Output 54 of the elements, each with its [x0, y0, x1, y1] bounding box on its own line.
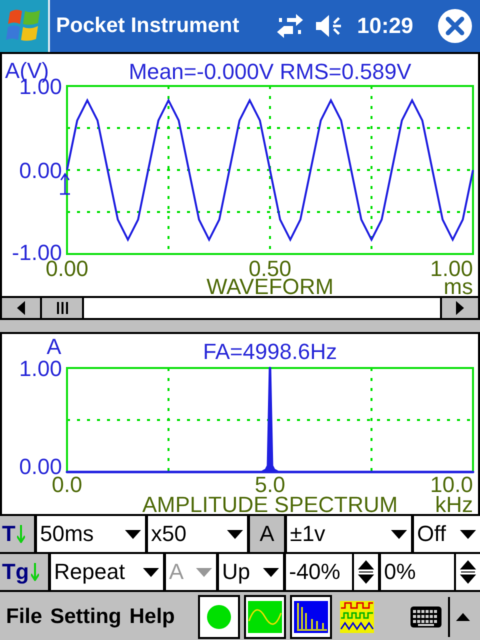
window-title: Pocket Instrument: [56, 14, 240, 38]
spin-button[interactable]: [354, 554, 378, 590]
row-label: Tg: [2, 559, 29, 585]
axis-tick-label: 0.00: [19, 158, 62, 183]
scroll-right-button[interactable]: [442, 298, 478, 318]
menu-item[interactable]: Help: [129, 605, 175, 629]
circle-button[interactable]: [198, 595, 240, 639]
down-arrow-icon: [30, 563, 39, 581]
menu-item[interactable]: File: [6, 605, 42, 629]
clock-time: 10:29: [357, 13, 414, 39]
caret-icon[interactable]: [456, 613, 470, 621]
dropdown[interactable]: 50ms: [37, 516, 145, 552]
dropdown[interactable]: Up: [219, 554, 283, 590]
caret-icon: [391, 530, 407, 538]
caret-icon: [460, 530, 476, 538]
dropdown[interactable]: Off: [414, 516, 480, 552]
caret-icon: [125, 530, 141, 538]
number-field[interactable]: -40%: [286, 554, 352, 590]
up-down-arrows-icon: [460, 559, 476, 585]
caret-icon: [143, 568, 159, 576]
scroll-thumb[interactable]: [42, 298, 82, 318]
dot-icon: [206, 604, 232, 630]
row-label: T: [2, 521, 16, 547]
dropdown[interactable]: x50: [148, 516, 247, 552]
close-button[interactable]: [438, 9, 472, 43]
left-arrow-icon: [16, 301, 26, 315]
toggle-button[interactable]: A: [250, 516, 284, 552]
right-arrow-icon: [455, 301, 465, 315]
dropdown[interactable]: Repeat: [51, 554, 163, 590]
axis-tick-label: 1.00: [430, 256, 473, 281]
axis-unit-label: A: [46, 334, 62, 359]
caret-icon: [196, 568, 212, 576]
keyboard-icon[interactable]: [410, 606, 442, 628]
axis-tick-label: 1.00: [19, 356, 62, 381]
measurement-readout: Mean=-0.000V RMS=0.589V: [128, 59, 412, 84]
number-field[interactable]: 0%: [381, 554, 454, 590]
scrollbar[interactable]: [0, 296, 480, 320]
dropdown[interactable]: ±1v: [287, 516, 411, 552]
up-down-arrows-icon: [358, 559, 374, 585]
start-button[interactable]: [0, 0, 50, 52]
swap-arrows-icon[interactable]: [277, 14, 303, 38]
down-arrow-icon: [17, 525, 26, 543]
sine-wave-icon: [248, 601, 282, 633]
spectrum-button[interactable]: [290, 595, 332, 639]
waveform-button[interactable]: [244, 595, 286, 639]
bar-chart-icon: [294, 601, 328, 633]
caret-icon: [263, 568, 279, 576]
measurement-readout: FA=4998.6Hz: [203, 339, 337, 364]
grip-icon: [56, 302, 68, 314]
caret-icon: [227, 530, 243, 538]
spin-button[interactable]: [456, 554, 480, 590]
multi-waveform-icon[interactable]: [340, 601, 374, 633]
scroll-left-button[interactable]: [2, 298, 40, 318]
menu-item[interactable]: Setting: [50, 605, 122, 629]
